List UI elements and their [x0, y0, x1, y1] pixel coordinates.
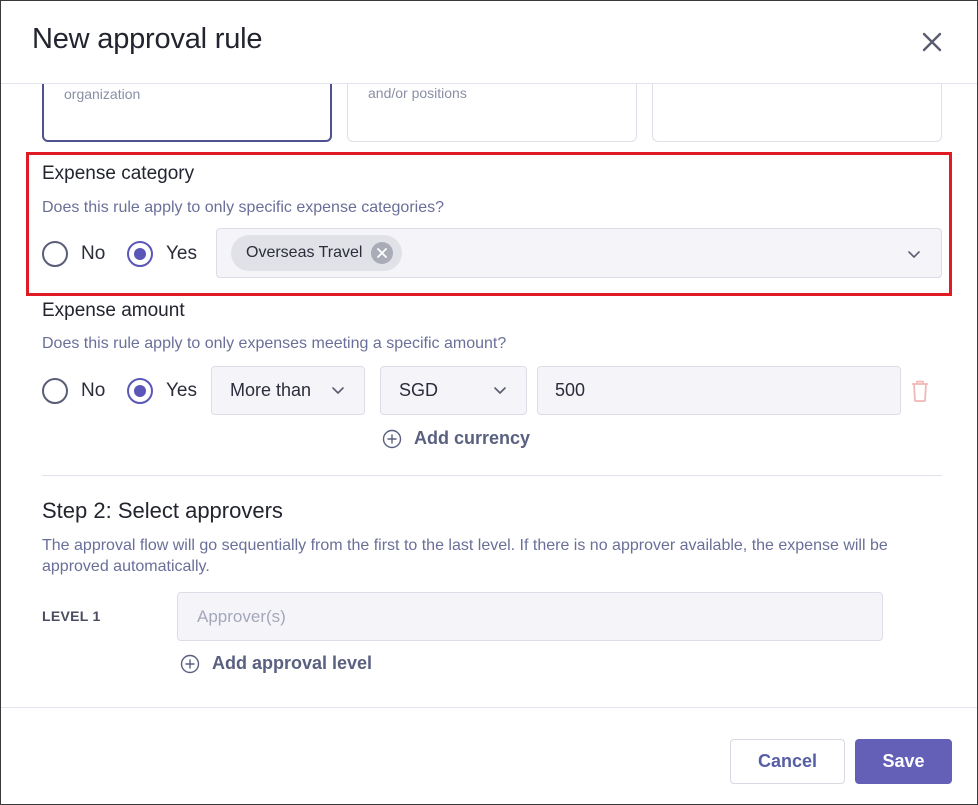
amount-input[interactable]: 500 — [537, 366, 901, 415]
amount-radio-yes[interactable]: Yes — [127, 378, 197, 404]
dialog-title: New approval rule — [32, 23, 263, 55]
add-approval-level-button[interactable]: Add approval level — [180, 653, 372, 674]
plus-circle-icon — [382, 429, 402, 448]
category-chip: Overseas Travel — [231, 235, 403, 271]
remove-icon — [377, 248, 388, 258]
radio-checked-icon — [127, 378, 153, 404]
expense-category-question: Does this rule apply to only specific ex… — [42, 199, 444, 216]
category-multiselect[interactable]: Overseas Travel — [216, 228, 942, 278]
expense-amount-question: Does this rule apply to only expenses me… — [42, 335, 507, 352]
radio-label: No — [81, 380, 106, 401]
category-radio-yes[interactable]: Yes — [127, 241, 197, 267]
chevron-down-icon — [908, 251, 920, 258]
category-radio-no[interactable]: No — [42, 241, 105, 267]
chevron-down-icon — [494, 387, 506, 394]
radio-label: Yes — [166, 380, 197, 401]
scope-option-label: companies, locations, departments and/or… — [368, 85, 467, 101]
add-approval-level-label: Add approval level — [212, 653, 373, 673]
expense-category-title: Expense category — [42, 163, 195, 184]
amount-radio-no[interactable]: No — [42, 378, 105, 404]
radio-circle-icon — [42, 378, 68, 404]
add-currency-label: Add currency — [414, 428, 531, 448]
scope-option-groups[interactable]: companies, locations, departments and/or… — [347, 84, 637, 142]
plus-circle-icon — [180, 654, 200, 673]
dialog-header: New approval rule — [1, 1, 977, 84]
currency-select[interactable]: SGD — [380, 366, 527, 415]
radio-label: No — [81, 243, 106, 264]
radio-circle-icon — [42, 241, 68, 267]
scope-option-employees[interactable]: employees — [652, 84, 942, 142]
approval-rule-dialog: New approval rule organization companies… — [0, 0, 978, 805]
condition-select[interactable]: More than — [211, 366, 365, 415]
add-currency-button[interactable]: Add currency — [382, 428, 530, 449]
level-label: LEVEL 1 — [42, 608, 101, 624]
dialog-body[interactable]: organization companies, locations, depar… — [1, 84, 977, 707]
cancel-button[interactable]: Cancel — [730, 739, 845, 784]
save-button[interactable]: Save — [855, 739, 952, 784]
dialog-footer: Cancel Save — [1, 707, 977, 804]
currency-value: SGD — [399, 380, 439, 400]
expense-amount-title: Expense amount — [42, 300, 185, 321]
amount-value: 500 — [555, 380, 586, 400]
step2-description: The approval flow will go sequentially f… — [42, 537, 888, 575]
radio-checked-icon — [127, 241, 153, 267]
remove-chip-button[interactable] — [371, 242, 394, 264]
close-button[interactable] — [917, 27, 947, 57]
approver-input[interactable]: Approver(s) — [177, 592, 883, 641]
close-icon — [922, 32, 942, 52]
delete-icon[interactable] — [910, 379, 930, 403]
radio-label: Yes — [166, 243, 197, 264]
chevron-down-icon — [332, 387, 344, 394]
approver-placeholder: Approver(s) — [197, 607, 286, 626]
condition-value: More than — [230, 380, 312, 400]
chip-label: Overseas Travel — [246, 244, 363, 261]
step2-title: Step 2: Select approvers — [42, 498, 283, 523]
scope-option-organization[interactable]: organization — [42, 84, 332, 142]
section-divider — [42, 475, 942, 476]
scope-option-label: organization — [64, 86, 141, 102]
